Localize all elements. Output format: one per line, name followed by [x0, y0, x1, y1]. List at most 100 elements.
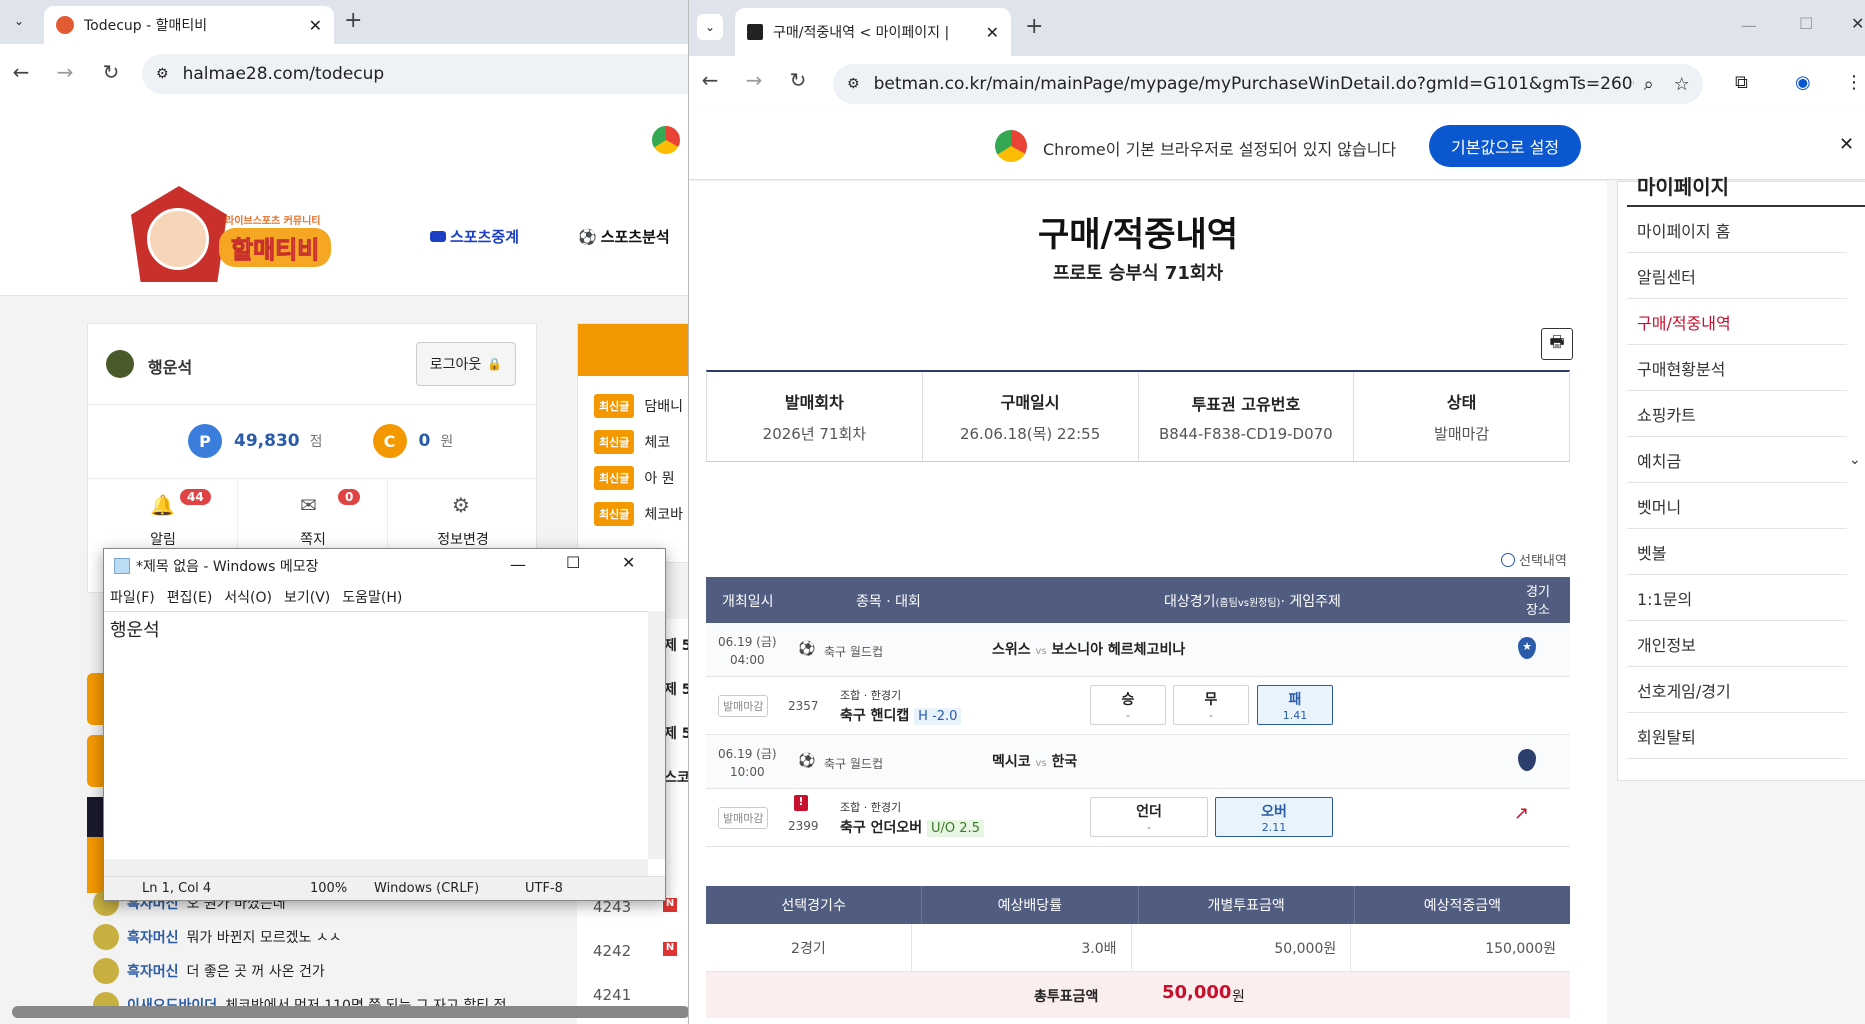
close-tab-icon[interactable]: ✕	[986, 23, 999, 42]
sidebar-item-purchase-history[interactable]: 구매/적중내역	[1627, 299, 1847, 345]
menu-edit[interactable]: 편집(E)	[167, 587, 213, 607]
quick-message[interactable]: ✉ 0 쪽지	[238, 479, 388, 559]
user-name: 행운석	[148, 358, 193, 377]
maximize-button[interactable]: ☐	[566, 553, 580, 572]
sidebar-item-personal-info[interactable]: 개인정보	[1627, 621, 1847, 667]
sidebar-item-cart[interactable]: 쇼핑카트	[1627, 391, 1847, 437]
vertical-scrollbar[interactable]	[648, 611, 665, 859]
infobar-close-icon[interactable]: ✕	[1839, 134, 1854, 155]
site-info-icon[interactable]: ⚙	[156, 66, 169, 82]
new-tag: 최신글	[594, 430, 635, 454]
default-browser-infobar: Chrome이 기본 브라우저로 설정되어 있지 않습니다 기본값으로 설정 ✕	[689, 112, 1865, 180]
orange-side-tab[interactable]	[87, 735, 103, 787]
left-toolbar: ← → ↻ ⚙ halmae28.com/todecup	[0, 44, 690, 106]
post-row[interactable]: 최신글 아 뭔	[594, 466, 675, 490]
selected-only-checkbox[interactable]: 선택내역	[1501, 550, 1567, 569]
trend-chart-icon[interactable]: ↗	[1514, 803, 1529, 824]
set-default-button[interactable]: 기본값으로 설정	[1429, 125, 1582, 167]
left-address-bar[interactable]: ⚙ halmae28.com/todecup	[142, 54, 690, 94]
bookmark-star-icon[interactable]: ☆	[1674, 74, 1690, 95]
sidebar-item-withdraw[interactable]: 회원탈퇴	[1627, 713, 1847, 759]
tab-todecup[interactable]: Todecup - 할매티비 ✕	[44, 6, 334, 44]
notepad-menubar: 파일(F) 편집(E) 서식(O) 보기(V) 도움말(H)	[104, 583, 665, 611]
reload-icon[interactable]: ↻	[783, 68, 813, 92]
reload-icon[interactable]: ↻	[96, 60, 126, 84]
point-badge: P	[188, 424, 222, 458]
window-close[interactable]: ✕	[1851, 14, 1864, 33]
zoom-search-icon[interactable]: ⌕	[1644, 74, 1654, 95]
tab-search-button[interactable]: ⌄	[6, 8, 32, 34]
back-icon[interactable]: ←	[695, 68, 725, 92]
soccer-ball-icon: ⚽	[798, 641, 816, 657]
right-toolbar: ← → ↻ ⚙ betman.co.kr/main/mainPage/mypag…	[689, 56, 1865, 112]
alarm-count-badge: 44	[180, 489, 211, 505]
option-over-selected[interactable]: 오버 2.11	[1215, 797, 1333, 837]
new-icon: N	[663, 942, 677, 956]
horizontal-scrollbar[interactable]	[104, 859, 648, 876]
chrome-logo-icon	[995, 130, 1027, 162]
venue-pin-icon[interactable]	[1518, 749, 1536, 771]
games-table-header: 개최일시 종목 · 대회 대상경기(홈팀vs원정팀)· 게임주제 경기 장소	[706, 577, 1570, 623]
orange-side-tab[interactable]	[87, 673, 103, 725]
notepad-text-area[interactable]: 행운석	[104, 611, 648, 859]
right-address-bar[interactable]: ⚙ betman.co.kr/main/mainPage/mypage/myPu…	[833, 64, 1703, 104]
sidebar-item-notifications[interactable]: 알림센터	[1627, 253, 1847, 299]
close-tab-icon[interactable]: ✕	[309, 16, 322, 35]
profile-icon[interactable]: ◉	[1795, 72, 1811, 93]
nav-sports-live[interactable]: 스포츠중계	[430, 226, 519, 247]
new-tab-button[interactable]: +	[344, 8, 362, 33]
sidebar-item-deposit[interactable]: 예치금 ⌄	[1627, 437, 1861, 483]
option-draw[interactable]: 무-	[1173, 685, 1249, 725]
site-logo[interactable]: 라이브스포츠 커뮤니티 할매티비	[125, 182, 355, 292]
option-win[interactable]: 승-	[1090, 685, 1166, 725]
soccer-ball-icon: ⚽	[578, 227, 597, 246]
option-under[interactable]: 언더 -	[1090, 797, 1208, 837]
horizontal-scrollbar[interactable]	[12, 1006, 690, 1018]
post-row[interactable]: 최신글 체코바	[594, 502, 683, 526]
infobar-text: Chrome이 기본 브라우저로 설정되어 있지 않습니다	[1043, 140, 1397, 159]
menu-help[interactable]: 도움말(H)	[342, 587, 402, 607]
menu-view[interactable]: 보기(V)	[284, 587, 330, 607]
tab-search-button[interactable]: ⌄	[697, 14, 723, 40]
logo-subtext: 라이브스포츠 커뮤니티	[225, 216, 321, 227]
option-lose-selected[interactable]: 패 1.41	[1257, 685, 1333, 725]
quick-settings[interactable]: ⚙ 정보변경	[388, 479, 538, 559]
post-row[interactable]: 최신글 체코	[594, 430, 670, 454]
print-button[interactable]: 🖶	[1541, 328, 1573, 360]
window-minimize[interactable]: —	[1741, 16, 1757, 35]
more-menu-icon[interactable]: ⋮	[1845, 72, 1863, 93]
sidebar-item-inquiry[interactable]: 1:1문의	[1627, 575, 1847, 621]
game-row: 06.19 (금) 04:00 ⚽ 축구 월드컵 스위스 vs 보스니아 헤르체…	[706, 623, 1570, 677]
betman-favicon	[747, 24, 763, 40]
right-tab-strip: ⌄ 구매/적중내역 < 마이페이지 | ✕ + — ☐ ✕	[689, 0, 1865, 56]
menu-format[interactable]: 서식(O)	[224, 587, 272, 607]
purchase-detail-content: 구매/적중내역 프로토 승부식 71회차 🖶 발매회차 2026년 71회차 구매…	[689, 181, 1607, 1024]
sidebar-item-purchase-analysis[interactable]: 구매현황분석	[1627, 345, 1847, 391]
notepad-titlebar[interactable]: *제목 없음 - Windows 메모장 — ☐ ✕	[104, 549, 665, 583]
extensions-icon[interactable]: ⧉	[1735, 72, 1748, 93]
forward-icon[interactable]: →	[50, 60, 80, 84]
sidebar-item-preferences[interactable]: 선호게임/경기	[1627, 667, 1847, 713]
venue-star-icon[interactable]: ★	[1518, 637, 1536, 659]
soccer-ball-icon: ⚽	[798, 753, 816, 769]
sidebar-item-betball[interactable]: 벳볼	[1627, 529, 1847, 575]
back-icon[interactable]: ←	[6, 60, 36, 84]
summary-table-row: 2경기 3.0배 50,000원 150,000원	[706, 924, 1570, 972]
menu-file[interactable]: 파일(F)	[110, 587, 155, 607]
tab-betman[interactable]: 구매/적중내역 < 마이페이지 | ✕	[735, 8, 1011, 56]
chat-list: 흑자머신 오 뭔가 바꼈는데 흑자머신 뭐가 바뀐지 모르겠노 ㅅㅅ 흑자머신 더 좋…	[87, 884, 557, 1024]
summary-table-header: 선택경기수 예상배당률 개별투표금액 예상적중금액	[706, 886, 1570, 924]
sidebar-item-mypage-home[interactable]: 마이페이지 홈	[1627, 207, 1847, 253]
site-info-icon[interactable]: ⚙	[847, 76, 860, 92]
post-row[interactable]: 최신글 담배니	[594, 394, 683, 418]
logout-button[interactable]: 로그아웃 🔒	[416, 342, 516, 386]
nav-sports-analysis[interactable]: ⚽ 스포츠분석	[578, 226, 670, 247]
minimize-button[interactable]: —	[510, 555, 526, 574]
sidebar-item-betmoney[interactable]: 벳머니	[1627, 483, 1847, 529]
close-button[interactable]: ✕	[622, 553, 635, 572]
forward-icon[interactable]: →	[739, 68, 769, 92]
quick-alarm[interactable]: 🔔 44 알림	[88, 479, 238, 559]
chat-row: 흑자머신 더 좋은 곳 꺼 사온 건가	[93, 958, 325, 984]
window-maximize[interactable]: ☐	[1799, 14, 1813, 33]
new-tab-button[interactable]: +	[1025, 14, 1043, 39]
